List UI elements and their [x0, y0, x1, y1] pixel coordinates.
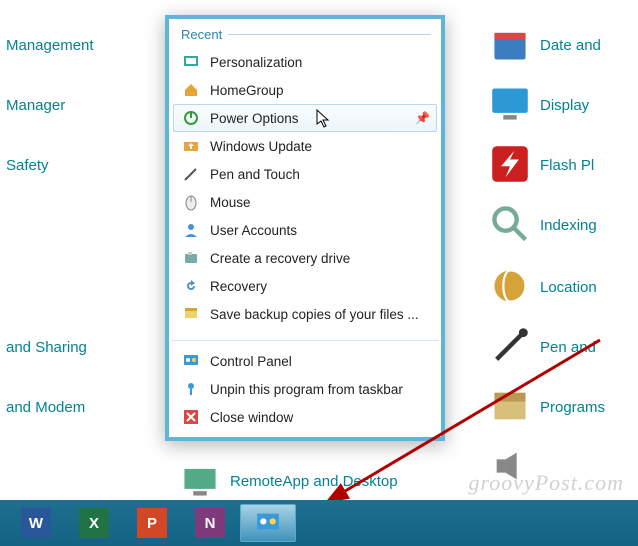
jumplist-footer-item[interactable]: Close window — [173, 403, 437, 431]
bg-link[interactable]: Indexing — [540, 217, 597, 234]
taskbar-jumplist: Recent Personalization HomeGroup Power O… — [165, 15, 445, 441]
bg-link[interactable]: RemoteApp and Desktop — [230, 473, 398, 490]
pentip-icon — [182, 165, 200, 183]
cpanel-icon — [253, 508, 283, 538]
globe-icon — [490, 266, 530, 309]
bg-link[interactable]: Date and — [540, 37, 601, 54]
jumplist-recent-list: Personalization HomeGroup Power Options … — [169, 48, 441, 334]
bg-link[interactable]: Manager — [6, 97, 65, 114]
jumplist-footer-item[interactable]: Unpin this program from taskbar — [173, 375, 437, 403]
jumplist-recent-header: Recent — [169, 19, 441, 48]
jumplist-item-label: Power Options — [210, 111, 299, 126]
drive-icon — [182, 249, 200, 267]
jumplist-item-label: HomeGroup — [210, 83, 284, 98]
taskbar-button-onenote[interactable]: N — [182, 504, 238, 542]
word-icon: W — [21, 508, 51, 538]
jumplist-item[interactable]: User Accounts — [173, 216, 437, 244]
recent-label: Recent — [181, 27, 222, 42]
jumplist-item[interactable]: Power Options 📌 — [173, 104, 437, 132]
theme-icon — [182, 53, 200, 71]
pen-icon — [490, 326, 530, 369]
onenote-icon: N — [195, 508, 225, 538]
pin-icon[interactable]: 📌 — [415, 111, 430, 125]
search-icon — [490, 204, 530, 247]
taskbar: WXPN — [0, 500, 638, 546]
jumplist-item[interactable]: Mouse — [173, 188, 437, 216]
bg-link[interactable]: Location — [540, 279, 597, 296]
bg-link[interactable]: Pen and — [540, 339, 596, 356]
jumplist-item-label: Close window — [210, 410, 293, 425]
user-icon — [182, 221, 200, 239]
flash-icon — [490, 144, 530, 187]
jumplist-item-label: Mouse — [210, 195, 251, 210]
remote-icon — [180, 460, 220, 503]
unpin-icon — [182, 380, 200, 398]
mouse-icon — [182, 193, 200, 211]
jumplist-item-label: User Accounts — [210, 223, 297, 238]
mouse-cursor-icon — [316, 109, 330, 129]
jumplist-item-label: Save backup copies of your files ... — [210, 307, 419, 322]
taskbar-button-controlpanel[interactable] — [240, 504, 296, 542]
header-rule — [228, 34, 431, 35]
jumplist-item-label: Control Panel — [210, 354, 292, 369]
jumplist-separator — [171, 340, 439, 341]
jumplist-item[interactable]: Windows Update — [173, 132, 437, 160]
bg-link[interactable]: and Modem — [6, 399, 85, 416]
cpanel-icon — [182, 352, 200, 370]
bg-link[interactable]: Display — [540, 97, 589, 114]
powerpoint-icon: P — [137, 508, 167, 538]
box-icon — [490, 386, 530, 429]
close-icon — [182, 408, 200, 426]
calendar-icon — [490, 24, 530, 67]
jumplist-item[interactable]: Create a recovery drive — [173, 244, 437, 272]
jumplist-item[interactable]: Recovery — [173, 272, 437, 300]
jumplist-footer-item[interactable]: Control Panel — [173, 347, 437, 375]
jumplist-item[interactable]: HomeGroup — [173, 76, 437, 104]
power-icon — [182, 109, 200, 127]
jumplist-item[interactable]: Pen and Touch — [173, 160, 437, 188]
jumplist-item-label: Unpin this program from taskbar — [210, 382, 403, 397]
taskbar-button-word[interactable]: W — [8, 504, 64, 542]
bg-link[interactable]: Management — [6, 37, 94, 54]
bg-link[interactable]: Programs — [540, 399, 605, 416]
jumplist-item-label: Personalization — [210, 55, 302, 70]
recover-icon — [182, 277, 200, 295]
jumplist-item[interactable]: Save backup copies of your files ... — [173, 300, 437, 328]
monitor-icon — [490, 84, 530, 127]
jumplist-item-label: Windows Update — [210, 139, 312, 154]
jumplist-item-label: Recovery — [210, 279, 267, 294]
update-icon — [182, 137, 200, 155]
jumplist-item-label: Create a recovery drive — [210, 251, 350, 266]
jumplist-item[interactable]: Personalization — [173, 48, 437, 76]
bg-link[interactable]: and Sharing — [6, 339, 87, 356]
backup-icon — [182, 305, 200, 323]
bg-link[interactable]: Safety — [6, 157, 49, 174]
jumplist-footer-list: Control Panel Unpin this program from ta… — [169, 347, 441, 437]
home-icon — [182, 81, 200, 99]
jumplist-item-label: Pen and Touch — [210, 167, 300, 182]
taskbar-button-powerpoint[interactable]: P — [124, 504, 180, 542]
bg-link[interactable]: Flash Pl — [540, 157, 594, 174]
taskbar-button-excel[interactable]: X — [66, 504, 122, 542]
excel-icon: X — [79, 508, 109, 538]
watermark-text: groovyPost.com — [468, 470, 624, 496]
